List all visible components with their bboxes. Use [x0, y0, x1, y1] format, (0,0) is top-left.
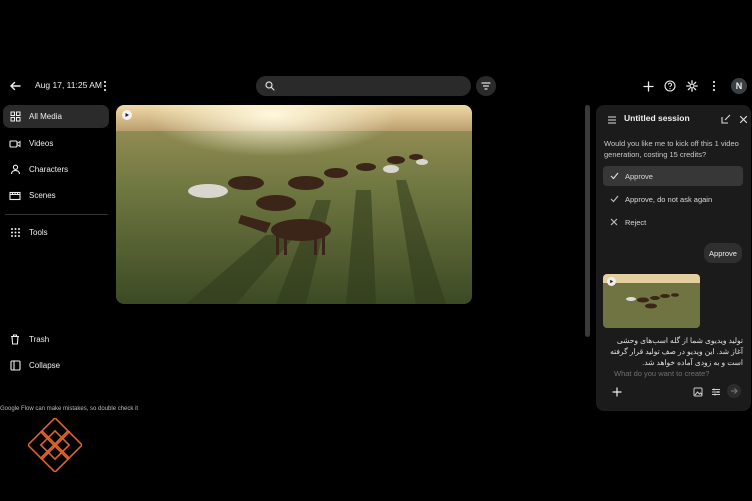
- sidebar-item-label: Tools: [29, 228, 48, 237]
- prompt-input[interactable]: [612, 365, 736, 381]
- disclaimer-text: Google Flow can make mistakes, so double…: [0, 406, 139, 412]
- edit-icon[interactable]: [720, 113, 732, 125]
- back-arrow-icon[interactable]: [8, 79, 22, 93]
- add-icon[interactable]: [641, 79, 655, 93]
- sidebar-item-videos[interactable]: Videos: [3, 132, 109, 155]
- arrow-right-icon: [731, 388, 738, 394]
- close-icon[interactable]: [737, 113, 749, 125]
- video-thumbnail-wild-horses[interactable]: [116, 105, 472, 304]
- trash-icon: [9, 334, 21, 346]
- scrollbar[interactable]: [585, 105, 590, 337]
- session-title: Untitled session: [624, 113, 690, 123]
- sidebar-item-label: Scenes: [29, 191, 56, 200]
- sidebar-item-collapse[interactable]: Collapse: [3, 354, 109, 377]
- play-icon: [607, 277, 616, 286]
- approve-dont-ask-option[interactable]: Approve, do not ask again: [603, 189, 743, 209]
- filter-button[interactable]: [476, 76, 496, 96]
- sidebar-item-label: All Media: [29, 112, 62, 121]
- option-label: Approve: [625, 171, 653, 181]
- menu-icon[interactable]: [606, 114, 617, 125]
- user-avatar[interactable]: N: [731, 78, 747, 94]
- collapse-icon: [9, 360, 21, 372]
- grid-icon: [9, 111, 21, 123]
- check-icon: [609, 171, 619, 181]
- option-label: Reject: [625, 217, 647, 227]
- close-icon: [609, 217, 619, 227]
- search-bar[interactable]: [256, 76, 471, 96]
- generated-video-thumbnail[interactable]: [603, 274, 700, 328]
- film-icon: [9, 190, 21, 202]
- sidebar-item-label: Videos: [29, 139, 54, 148]
- more-vert-icon[interactable]: [100, 79, 110, 93]
- sidebar-item-characters[interactable]: Characters: [3, 158, 109, 181]
- check-icon: [609, 194, 619, 204]
- image-upload-icon[interactable]: [692, 386, 704, 398]
- sidebar-divider: [5, 214, 108, 215]
- user-message-bubble: Approve: [704, 243, 742, 263]
- sidebar-item-tools[interactable]: Tools: [3, 221, 109, 244]
- more-vert-icon[interactable]: [707, 79, 721, 93]
- assistant-reply: تولید ویدیوی شما از گله اسب‌های وحشی آغا…: [610, 336, 743, 367]
- add-attachment-icon[interactable]: [610, 385, 623, 398]
- apps-icon: [9, 227, 21, 239]
- person-icon: [9, 164, 21, 176]
- tune-settings-icon[interactable]: [710, 386, 722, 398]
- help-icon[interactable]: [663, 79, 677, 93]
- option-label: Approve, do not ask again: [625, 194, 713, 204]
- play-icon: [122, 110, 132, 120]
- assistant-question: Would you like me to kick off this 1 vid…: [604, 139, 739, 159]
- sidebar-item-all-media[interactable]: All Media: [3, 105, 109, 128]
- approve-option[interactable]: Approve: [603, 166, 743, 186]
- sidebar-item-trash[interactable]: Trash: [3, 328, 109, 351]
- settings-gear-icon[interactable]: [685, 79, 699, 93]
- sidebar-item-label: Collapse: [29, 361, 61, 370]
- send-button[interactable]: [727, 384, 741, 398]
- sidebar-item-label: Characters: [29, 165, 69, 174]
- search-icon: [264, 80, 276, 92]
- video-icon: [9, 138, 21, 150]
- search-input[interactable]: [280, 79, 464, 95]
- session-datetime: Aug 17, 11:25 AM: [35, 80, 102, 90]
- sidebar-item-scenes[interactable]: Scenes: [3, 184, 109, 207]
- reject-option[interactable]: Reject: [603, 212, 743, 232]
- sidebar-item-label: Trash: [29, 335, 50, 344]
- filter-icon: [481, 82, 491, 90]
- brand-logo: [26, 416, 84, 474]
